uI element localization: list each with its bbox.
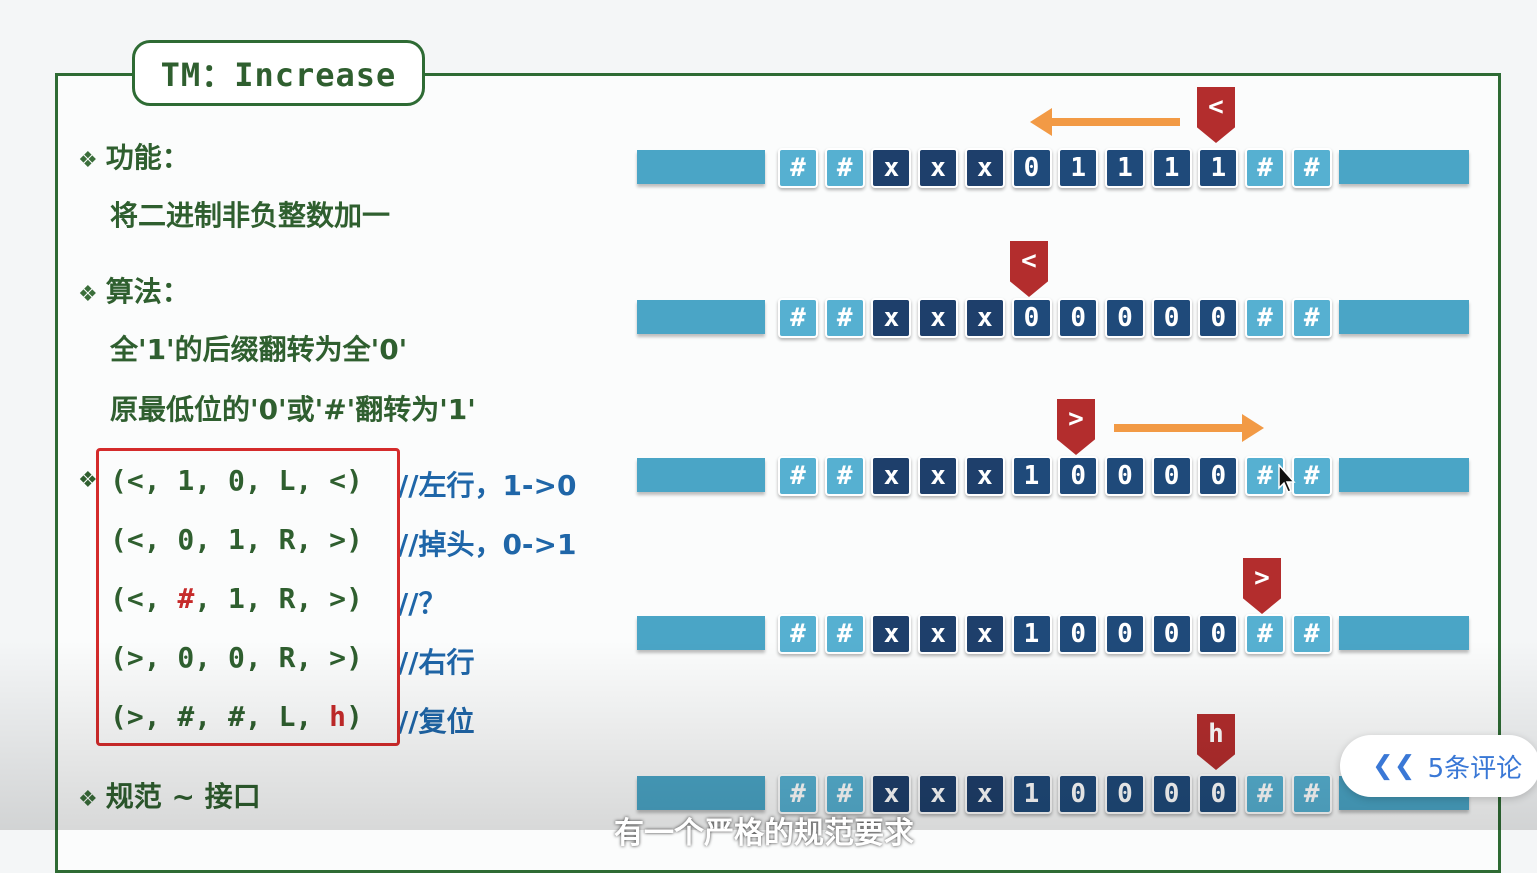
tape-cell: x bbox=[871, 456, 912, 496]
algorithm-heading: ❖ 算法： bbox=[78, 270, 190, 310]
tape-cell: x bbox=[964, 148, 1005, 188]
tape-cell: x bbox=[871, 614, 912, 654]
function-desc: 将二进制非负整数加一 bbox=[110, 199, 391, 232]
double-chevron-left-icon: ❮❮ bbox=[1372, 751, 1416, 781]
function-heading: ❖ 功能： bbox=[78, 136, 190, 176]
tape-cell: x bbox=[964, 298, 1005, 338]
slide-title: TM：Increase bbox=[132, 40, 425, 106]
video-subtitle: 有一个严格的规范要求 bbox=[614, 816, 914, 851]
tape: # # x x x 0 1 1 1 1 # # bbox=[637, 148, 1469, 188]
tape-cell: # bbox=[1245, 774, 1285, 814]
tape: # # x x x 0 0 0 0 0 # # bbox=[637, 298, 1469, 338]
diamond-bullet-icon: ❖ bbox=[78, 282, 98, 307]
right-arrow-icon bbox=[1114, 414, 1264, 442]
tape-cell: 0 bbox=[1058, 774, 1099, 814]
tape-cell: 0 bbox=[1104, 774, 1145, 814]
tape-cell: x bbox=[918, 456, 959, 496]
tape-cell: x bbox=[871, 298, 912, 338]
tape-cell: x bbox=[964, 614, 1005, 654]
rule-highlight-box bbox=[96, 448, 400, 746]
tape-cell: # bbox=[1245, 148, 1285, 188]
tape: # # x x x 1 0 0 0 0 # # bbox=[637, 456, 1469, 496]
tape-cell: # bbox=[778, 148, 818, 188]
tape-cell: 0 bbox=[1198, 774, 1239, 814]
tape-cell: 0 bbox=[1198, 456, 1239, 496]
tape-cell: 0 bbox=[1104, 298, 1145, 338]
tape-cell: 0 bbox=[1058, 456, 1099, 496]
tape-cell: 0 bbox=[1198, 614, 1239, 654]
rule-4-comment: //右行 bbox=[398, 646, 475, 679]
tape-cell: # bbox=[824, 614, 865, 654]
tape-cell: 0 bbox=[1151, 298, 1192, 338]
tape-cell: # bbox=[1291, 614, 1332, 654]
rule-1-comment: //左行，1->0 bbox=[398, 469, 577, 502]
spec-heading: ❖ 规范 ~ 接口 bbox=[78, 775, 261, 815]
algorithm-line-2: 原最低位的'0'或'#'翻转为'1' bbox=[110, 393, 476, 426]
tape-cell: 1 bbox=[1151, 148, 1192, 188]
rule-2-comment: //掉头，0->1 bbox=[398, 528, 577, 561]
tape-cell: 0 bbox=[1151, 456, 1192, 496]
spec-title: 规范 ~ 接口 bbox=[105, 780, 261, 813]
tape-cell: 0 bbox=[1151, 614, 1192, 654]
tape-cell: x bbox=[964, 456, 1005, 496]
tape-right-end bbox=[1339, 616, 1469, 650]
tape-right-end bbox=[1339, 150, 1469, 184]
tape-cell: 1 bbox=[1011, 774, 1052, 814]
tape-cell: 1 bbox=[1104, 148, 1145, 188]
tape-cell: x bbox=[871, 148, 912, 188]
tape-cell: 1 bbox=[1011, 456, 1052, 496]
tape-left-end bbox=[637, 616, 765, 650]
function-title: 功能： bbox=[105, 141, 190, 174]
tape-cell: 0 bbox=[1058, 614, 1099, 654]
tape-cell: 0 bbox=[1104, 456, 1145, 496]
tape-cell: 0 bbox=[1104, 614, 1145, 654]
tape-cell: x bbox=[964, 774, 1005, 814]
left-arrow-icon bbox=[1030, 108, 1180, 136]
comments-button-label: 5条评论 bbox=[1427, 753, 1523, 784]
tape-right-end bbox=[1339, 458, 1469, 492]
tape-cell: 0 bbox=[1151, 774, 1192, 814]
tape-left-end bbox=[637, 458, 765, 492]
tape-cell: # bbox=[1291, 456, 1332, 496]
tape-cell: 1 bbox=[1011, 614, 1052, 654]
rule-3-comment: //？ bbox=[398, 587, 447, 620]
tape-cell: x bbox=[918, 614, 959, 654]
tape-cell: 0 bbox=[1011, 298, 1052, 338]
tape-cell: x bbox=[918, 774, 959, 814]
mouse-cursor-icon bbox=[1278, 463, 1296, 498]
tape-cell: # bbox=[1291, 774, 1332, 814]
tape-cell: # bbox=[1245, 614, 1285, 654]
tape-cell: 0 bbox=[1198, 298, 1239, 338]
tape-cell: # bbox=[824, 456, 865, 496]
tape-cell: # bbox=[1291, 298, 1332, 338]
tape-cell: 0 bbox=[1011, 148, 1052, 188]
tape-cell: # bbox=[778, 456, 818, 496]
diamond-bullet-icon: ❖ bbox=[78, 468, 98, 493]
tape-left-end bbox=[637, 300, 765, 334]
tape-cell: # bbox=[824, 298, 865, 338]
tape-cell: 1 bbox=[1198, 148, 1239, 188]
tape-cell: x bbox=[918, 298, 959, 338]
tape-cell: # bbox=[824, 148, 865, 188]
comments-button[interactable]: ❮❮ 5条评论 bbox=[1340, 735, 1537, 797]
tape-right-end bbox=[1339, 300, 1469, 334]
tape-left-end bbox=[637, 150, 765, 184]
rule-5-comment: //复位 bbox=[398, 705, 475, 738]
tape-cell: 0 bbox=[1058, 298, 1099, 338]
tape-cell: # bbox=[1291, 148, 1332, 188]
algorithm-line-1: 全'1'的后缀翻转为全'0' bbox=[110, 333, 408, 366]
diamond-bullet-icon: ❖ bbox=[78, 787, 98, 812]
tape-cell: x bbox=[918, 148, 959, 188]
tape-cell: # bbox=[778, 614, 818, 654]
algorithm-title: 算法： bbox=[105, 275, 190, 308]
tape-cell: 1 bbox=[1058, 148, 1099, 188]
tape: # # x x x 1 0 0 0 0 # # bbox=[637, 614, 1469, 654]
tape-cell: # bbox=[778, 298, 818, 338]
tape-cell: # bbox=[1245, 298, 1285, 338]
diamond-bullet-icon: ❖ bbox=[78, 148, 98, 173]
tape-left-end bbox=[637, 776, 765, 810]
